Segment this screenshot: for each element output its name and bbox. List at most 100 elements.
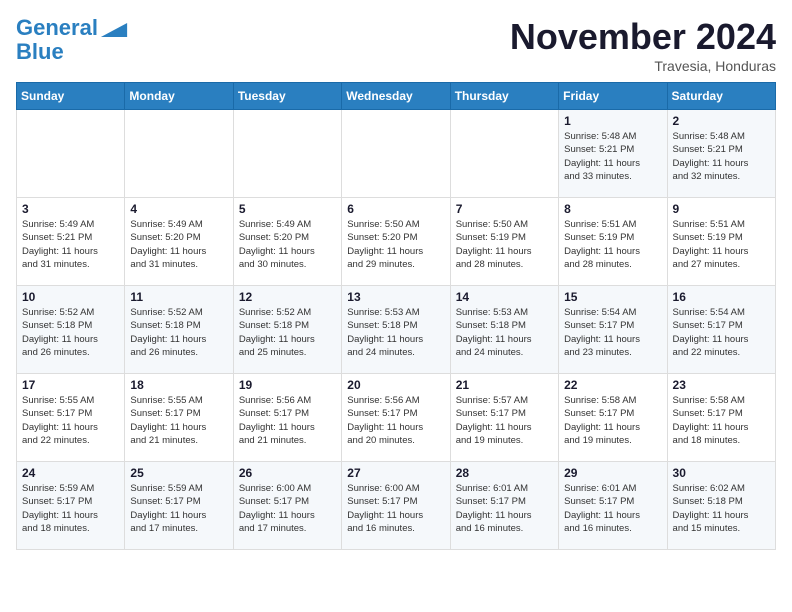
day-number: 10 [22, 290, 119, 304]
day-number: 17 [22, 378, 119, 392]
day-info: Sunrise: 6:01 AM Sunset: 5:17 PM Dayligh… [456, 483, 532, 534]
calendar-body: 1Sunrise: 5:48 AM Sunset: 5:21 PM Daylig… [17, 110, 776, 550]
day-number: 20 [347, 378, 444, 392]
day-info: Sunrise: 5:56 AM Sunset: 5:17 PM Dayligh… [239, 395, 315, 446]
day-info: Sunrise: 5:59 AM Sunset: 5:17 PM Dayligh… [22, 483, 98, 534]
day-number: 16 [673, 290, 770, 304]
calendar-cell: 8 Sunrise: 5:51 AM Sunset: 5:19 PM Daylig… [559, 198, 667, 286]
calendar-cell: 18Sunrise: 5:55 AM Sunset: 5:17 PM Dayli… [125, 374, 233, 462]
calendar-cell: 15 Sunrise: 5:54 AM Sunset: 5:17 PM Dayli… [559, 286, 667, 374]
calendar-cell: 9 Sunrise: 5:51 AM Sunset: 5:19 PM Daylig… [667, 198, 775, 286]
day-number: 6 [347, 202, 444, 216]
calendar-cell [450, 110, 558, 198]
logo-text: GeneralBlue [16, 16, 98, 64]
calendar-cell: 11Sunrise: 5:52 AM Sunset: 5:18 PM Dayli… [125, 286, 233, 374]
calendar-cell: 5 Sunrise: 5:49 AM Sunset: 5:20 PM Daylig… [233, 198, 341, 286]
day-number: 14 [456, 290, 553, 304]
day-info: Sunrise: 5:58 AM Sunset: 5:17 PM Dayligh… [564, 395, 640, 446]
day-number: 29 [564, 466, 661, 480]
day-number: 15 [564, 290, 661, 304]
day-info: Sunrise: 6:00 AM Sunset: 5:17 PM Dayligh… [239, 483, 315, 534]
day-number: 8 [564, 202, 661, 216]
day-info: Sunrise: 5:54 AM Sunset: 5:17 PM Dayligh… [673, 307, 749, 358]
day-info: Sunrise: 5:57 AM Sunset: 5:17 PM Dayligh… [456, 395, 532, 446]
day-info: Sunrise: 5:55 AM Sunset: 5:17 PM Dayligh… [22, 395, 98, 446]
weekday-header: Tuesday [233, 83, 341, 110]
calendar-cell: 19Sunrise: 5:56 AM Sunset: 5:17 PM Dayli… [233, 374, 341, 462]
month-title: November 2024 [510, 16, 776, 58]
day-number: 13 [347, 290, 444, 304]
day-number: 22 [564, 378, 661, 392]
day-info: Sunrise: 5:59 AM Sunset: 5:17 PM Dayligh… [130, 483, 206, 534]
day-info: Sunrise: 5:52 AM Sunset: 5:18 PM Dayligh… [239, 307, 315, 358]
day-info: Sunrise: 5:48 AM Sunset: 5:21 PM Dayligh… [564, 131, 640, 182]
calendar-week-row: 24 Sunrise: 5:59 AM Sunset: 5:17 PM Dayli… [17, 462, 776, 550]
day-number: 2 [673, 114, 770, 128]
calendar-cell: 30 Sunrise: 6:02 AM Sunset: 5:18 PM Dayli… [667, 462, 775, 550]
calendar-cell: 2 Sunrise: 5:48 AM Sunset: 5:21 PM Daylig… [667, 110, 775, 198]
calendar-week-row: 17 Sunrise: 5:55 AM Sunset: 5:17 PM Dayli… [17, 374, 776, 462]
day-number: 5 [239, 202, 336, 216]
weekday-header: Friday [559, 83, 667, 110]
day-number: 3 [22, 202, 119, 216]
calendar-cell: 1Sunrise: 5:48 AM Sunset: 5:21 PM Daylig… [559, 110, 667, 198]
calendar-cell: 12 Sunrise: 5:52 AM Sunset: 5:18 PM Dayli… [233, 286, 341, 374]
calendar-table: SundayMondayTuesdayWednesdayThursdayFrid… [16, 82, 776, 550]
day-info: Sunrise: 5:48 AM Sunset: 5:21 PM Dayligh… [673, 131, 749, 182]
calendar-cell: 29 Sunrise: 6:01 AM Sunset: 5:17 PM Dayli… [559, 462, 667, 550]
day-info: Sunrise: 5:56 AM Sunset: 5:17 PM Dayligh… [347, 395, 423, 446]
weekday-header: Thursday [450, 83, 558, 110]
calendar-week-row: 1Sunrise: 5:48 AM Sunset: 5:21 PM Daylig… [17, 110, 776, 198]
day-info: Sunrise: 6:00 AM Sunset: 5:17 PM Dayligh… [347, 483, 423, 534]
day-number: 30 [673, 466, 770, 480]
calendar-cell: 6 Sunrise: 5:50 AM Sunset: 5:20 PM Daylig… [342, 198, 450, 286]
calendar-week-row: 3 Sunrise: 5:49 AM Sunset: 5:21 PM Daylig… [17, 198, 776, 286]
calendar-week-row: 10 Sunrise: 5:52 AM Sunset: 5:18 PM Dayli… [17, 286, 776, 374]
day-number: 4 [130, 202, 227, 216]
weekday-header: Sunday [17, 83, 125, 110]
logo: GeneralBlue [16, 16, 128, 64]
day-number: 23 [673, 378, 770, 392]
calendar-cell [233, 110, 341, 198]
weekday-header: Monday [125, 83, 233, 110]
calendar-cell: 21Sunrise: 5:57 AM Sunset: 5:17 PM Dayli… [450, 374, 558, 462]
day-number: 9 [673, 202, 770, 216]
day-info: Sunrise: 5:49 AM Sunset: 5:20 PM Dayligh… [239, 219, 315, 270]
day-info: Sunrise: 5:51 AM Sunset: 5:19 PM Dayligh… [564, 219, 640, 270]
day-number: 11 [130, 290, 227, 304]
weekday-header: Wednesday [342, 83, 450, 110]
day-info: Sunrise: 5:54 AM Sunset: 5:17 PM Dayligh… [564, 307, 640, 358]
calendar-cell: 26Sunrise: 6:00 AM Sunset: 5:17 PM Dayli… [233, 462, 341, 550]
calendar-cell: 13 Sunrise: 5:53 AM Sunset: 5:18 PM Dayli… [342, 286, 450, 374]
calendar-cell: 7Sunrise: 5:50 AM Sunset: 5:19 PM Daylig… [450, 198, 558, 286]
day-info: Sunrise: 5:51 AM Sunset: 5:19 PM Dayligh… [673, 219, 749, 270]
calendar-cell [342, 110, 450, 198]
calendar-cell: 27Sunrise: 6:00 AM Sunset: 5:17 PM Dayli… [342, 462, 450, 550]
calendar-cell: 28 Sunrise: 6:01 AM Sunset: 5:17 PM Dayli… [450, 462, 558, 550]
day-info: Sunrise: 5:58 AM Sunset: 5:17 PM Dayligh… [673, 395, 749, 446]
calendar-cell: 25 Sunrise: 5:59 AM Sunset: 5:17 PM Dayli… [125, 462, 233, 550]
calendar-cell: 16 Sunrise: 5:54 AM Sunset: 5:17 PM Dayli… [667, 286, 775, 374]
day-info: Sunrise: 6:02 AM Sunset: 5:18 PM Dayligh… [673, 483, 749, 534]
day-info: Sunrise: 5:49 AM Sunset: 5:20 PM Dayligh… [130, 219, 206, 270]
weekday-header: Saturday [667, 83, 775, 110]
day-info: Sunrise: 5:53 AM Sunset: 5:18 PM Dayligh… [456, 307, 532, 358]
calendar-cell: 14 Sunrise: 5:53 AM Sunset: 5:18 PM Dayli… [450, 286, 558, 374]
day-number: 7 [456, 202, 553, 216]
location-subtitle: Travesia, Honduras [510, 58, 776, 74]
calendar-cell: 24 Sunrise: 5:59 AM Sunset: 5:17 PM Dayli… [17, 462, 125, 550]
page-header: GeneralBlue November 2024 Travesia, Hond… [16, 16, 776, 74]
day-info: Sunrise: 6:01 AM Sunset: 5:17 PM Dayligh… [564, 483, 640, 534]
calendar-cell: 17 Sunrise: 5:55 AM Sunset: 5:17 PM Dayli… [17, 374, 125, 462]
day-number: 28 [456, 466, 553, 480]
calendar-cell: 10Sunrise: 5:52 AM Sunset: 5:18 PM Dayli… [17, 286, 125, 374]
day-info: Sunrise: 5:53 AM Sunset: 5:18 PM Dayligh… [347, 307, 423, 358]
calendar-cell: 22 Sunrise: 5:58 AM Sunset: 5:17 PM Dayli… [559, 374, 667, 462]
day-number: 25 [130, 466, 227, 480]
logo-icon [100, 23, 128, 37]
day-number: 12 [239, 290, 336, 304]
day-info: Sunrise: 5:50 AM Sunset: 5:20 PM Dayligh… [347, 219, 423, 270]
day-info: Sunrise: 5:49 AM Sunset: 5:21 PM Dayligh… [22, 219, 98, 270]
calendar-header-row: SundayMondayTuesdayWednesdayThursdayFrid… [17, 83, 776, 110]
day-number: 24 [22, 466, 119, 480]
